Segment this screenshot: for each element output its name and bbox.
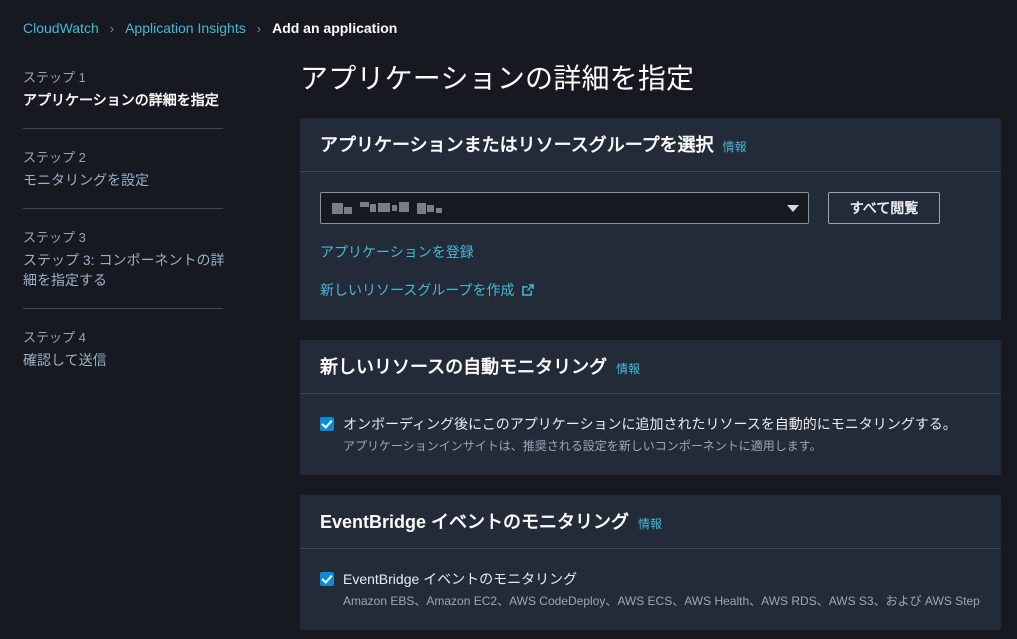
auto-monitor-labels: オンボーディング後にこのアプリケーションに追加されたリソースを自動的にモニタリン… — [343, 414, 957, 455]
application-select[interactable] — [320, 192, 809, 224]
application-select-value-redacted — [332, 201, 779, 215]
sidebar-item-step-4[interactable]: ステップ 4 確認して送信 — [23, 326, 290, 370]
step-4-title: 確認して送信 — [23, 352, 107, 368]
step-4-number: ステップ 4 — [23, 330, 86, 345]
card-eventbridge-monitoring: EventBridge イベントのモニタリング 情報 EventBridge イ… — [300, 495, 1001, 630]
sidebar-item-step-3[interactable]: ステップ 3 ステップ 3: コンポーネントの詳細を指定する — [23, 226, 290, 290]
page-title: アプリケーションの詳細を指定 — [300, 63, 695, 94]
external-link-icon — [521, 283, 535, 297]
create-resource-group-link-row: 新しいリソースグループを作成 — [320, 280, 981, 300]
step-1-title: アプリケーションの詳細を指定 — [23, 92, 219, 108]
breadcrumb-item-cloudwatch[interactable]: CloudWatch — [23, 20, 99, 36]
info-link[interactable]: 情報 — [616, 360, 640, 377]
step-divider — [23, 308, 223, 309]
info-link[interactable]: 情報 — [723, 138, 747, 155]
sidebar-item-step-1[interactable]: ステップ 1 アプリケーションの詳細を指定 — [23, 66, 290, 110]
breadcrumb: CloudWatch › Application Insights › Add … — [0, 0, 1017, 56]
auto-monitor-checkbox-label[interactable]: オンボーディング後にこのアプリケーションに追加されたリソースを自動的にモニタリン… — [343, 414, 957, 434]
auto-monitor-checkbox[interactable] — [320, 417, 334, 431]
card-title-eventbridge: EventBridge イベントのモニタリング — [320, 512, 630, 532]
info-link[interactable]: 情報 — [638, 515, 662, 532]
card-body: EventBridge イベントのモニタリング Amazon EBS、Amazo… — [300, 549, 1001, 630]
step-3-number: ステップ 3 — [23, 230, 86, 245]
eventbridge-checkbox-description: Amazon EBS、Amazon EC2、AWS CodeDeploy、AWS… — [343, 594, 980, 608]
card-title-auto-monitor: 新しいリソースの自動モニタリング — [320, 357, 608, 377]
eventbridge-checkbox-label[interactable]: EventBridge イベントのモニタリング — [343, 569, 980, 589]
main-content: アプリケーションの詳細を指定 アプリケーションまたはリソースグループを選択 情報 — [290, 56, 1017, 639]
register-application-link[interactable]: アプリケーションを登録 — [320, 242, 474, 262]
auto-monitor-checkbox-row: オンボーディング後にこのアプリケーションに追加されたリソースを自動的にモニタリン… — [320, 414, 981, 455]
card-title-select-application: アプリケーションまたはリソースグループを選択 — [320, 135, 714, 155]
step-1-number: ステップ 1 — [23, 70, 86, 85]
step-divider — [23, 128, 223, 129]
step-2-title: モニタリングを設定 — [23, 172, 149, 188]
auto-monitor-checkbox-description: アプリケーションインサイトは、推奨される設定を新しいコンポーネントに適用します。 — [343, 439, 822, 453]
breadcrumb-item-application-insights[interactable]: Application Insights — [125, 20, 246, 36]
card-body: すべて閲覧 アプリケーションを登録 新しいリソースグループを作成 — [300, 172, 1001, 320]
register-application-link-label: アプリケーションを登録 — [320, 244, 474, 260]
card-auto-monitor-new-resources: 新しいリソースの自動モニタリング 情報 オンボーディング後にこのアプリケーション… — [300, 340, 1001, 475]
step-3-title: ステップ 3: コンポーネントの詳細を指定する — [23, 252, 225, 288]
create-resource-group-link[interactable]: 新しいリソースグループを作成 — [320, 280, 535, 300]
page-body: ステップ 1 アプリケーションの詳細を指定 ステップ 2 モニタリングを設定 ス… — [0, 56, 1017, 639]
card-header: EventBridge イベントのモニタリング 情報 — [300, 495, 1001, 549]
eventbridge-checkbox-row: EventBridge イベントのモニタリング Amazon EBS、Amazo… — [320, 569, 981, 610]
wizard-steps-sidebar: ステップ 1 アプリケーションの詳細を指定 ステップ 2 モニタリングを設定 ス… — [0, 56, 290, 370]
card-select-application: アプリケーションまたはリソースグループを選択 情報 すべて閲覧 アプリケーション… — [300, 118, 1001, 320]
step-2-number: ステップ 2 — [23, 150, 86, 165]
card-header: アプリケーションまたはリソースグループを選択 情報 — [300, 118, 1001, 172]
register-application-link-row: アプリケーションを登録 — [320, 242, 981, 262]
create-resource-group-link-label: 新しいリソースグループを作成 — [320, 282, 515, 298]
breadcrumb-separator-icon: › — [256, 20, 262, 36]
browse-all-button[interactable]: すべて閲覧 — [828, 192, 940, 224]
step-divider — [23, 208, 223, 209]
eventbridge-labels: EventBridge イベントのモニタリング Amazon EBS、Amazo… — [343, 569, 980, 610]
breadcrumb-separator-icon: › — [109, 20, 115, 36]
sidebar-item-step-2[interactable]: ステップ 2 モニタリングを設定 — [23, 146, 290, 190]
chevron-down-icon — [787, 204, 799, 212]
application-select-row: すべて閲覧 — [320, 192, 981, 224]
card-header: 新しいリソースの自動モニタリング 情報 — [300, 340, 1001, 394]
card-body: オンボーディング後にこのアプリケーションに追加されたリソースを自動的にモニタリン… — [300, 394, 1001, 475]
breadcrumb-item-add-an-application: Add an application — [272, 20, 398, 36]
eventbridge-checkbox[interactable] — [320, 572, 334, 586]
